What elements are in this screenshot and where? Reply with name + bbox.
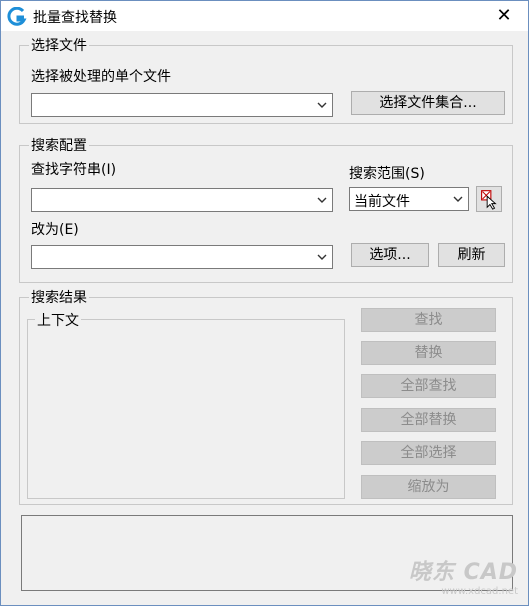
find-button[interactable]: 查找	[361, 308, 496, 332]
close-button[interactable]: ✕	[484, 1, 524, 31]
find-all-button[interactable]: 全部查找	[361, 374, 496, 398]
replace-all-button[interactable]: 全部替换	[361, 408, 496, 432]
options-button[interactable]: 选项...	[351, 243, 429, 267]
chevron-down-icon[interactable]	[316, 251, 328, 263]
find-string-label: 查找字符串(I)	[31, 162, 117, 178]
search-scope-value: 当前文件	[354, 194, 410, 210]
select-file-group-title: 选择文件	[29, 35, 89, 55]
title-bar: 批量查找替换 ✕	[1, 1, 528, 31]
watermark-brand: 晓东 CAD	[408, 560, 518, 585]
chevron-down-icon[interactable]	[316, 99, 328, 111]
search-scope-label: 搜索范围(S)	[349, 166, 425, 182]
chevron-down-icon[interactable]	[452, 193, 464, 205]
select-objects-icon	[481, 190, 497, 210]
watermark: 晓东 CAD www.xdcad.net	[409, 554, 518, 597]
context-results-list[interactable]	[27, 319, 345, 499]
window-title: 批量查找替换	[33, 10, 117, 26]
search-config-group-title: 搜索配置	[29, 135, 89, 155]
context-label: 上下文	[35, 310, 81, 330]
watermark-url: www.xdcad.net	[441, 586, 518, 597]
find-string-combobox[interactable]	[31, 188, 333, 212]
app-logo-icon	[7, 7, 27, 26]
batch-find-replace-dialog: 批量查找替换 ✕ 选择文件 选择被处理的单个文件 选择文件集合... 搜索配置 …	[0, 0, 529, 606]
single-file-label: 选择被处理的单个文件	[31, 69, 171, 85]
search-scope-select[interactable]: 当前文件	[349, 187, 469, 211]
single-file-combobox[interactable]	[31, 93, 333, 117]
zoom-to-button[interactable]: 缩放为	[361, 475, 496, 499]
search-results-group-title: 搜索结果	[29, 287, 89, 307]
chevron-down-icon[interactable]	[316, 194, 328, 206]
select-file-collection-button[interactable]: 选择文件集合...	[351, 91, 505, 115]
refresh-button[interactable]: 刷新	[438, 243, 505, 267]
select-all-button[interactable]: 全部选择	[361, 441, 496, 465]
select-objects-button[interactable]	[476, 186, 502, 212]
replace-with-combobox[interactable]	[31, 245, 333, 269]
replace-with-label: 改为(E)	[31, 222, 79, 238]
replace-button[interactable]: 替换	[361, 341, 496, 365]
